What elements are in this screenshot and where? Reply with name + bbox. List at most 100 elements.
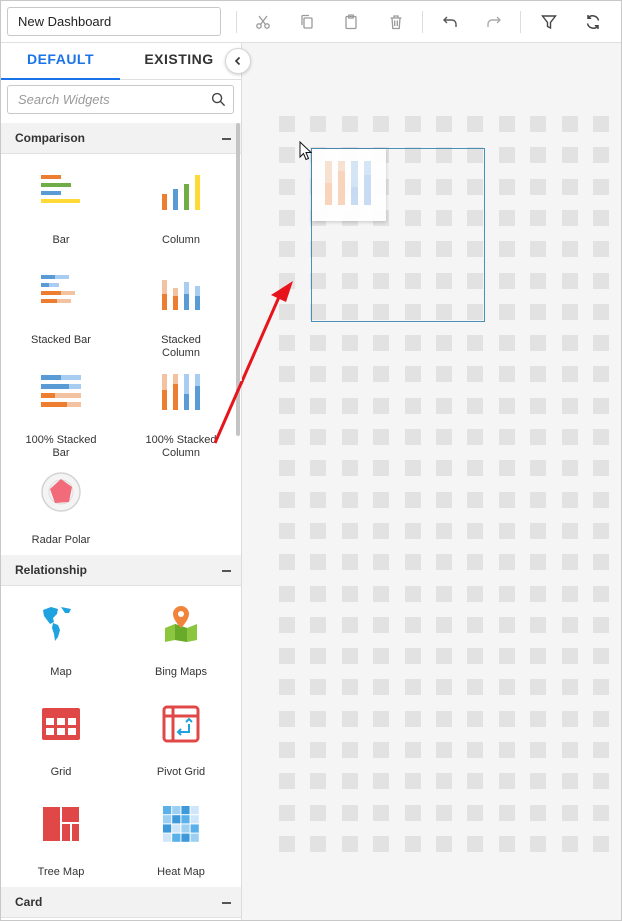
collapse-panel-button[interactable] — [225, 48, 251, 74]
grid-cell — [467, 554, 484, 571]
grid-cell — [310, 773, 327, 790]
grid-cell — [593, 178, 609, 195]
collapse-minus-icon[interactable] — [222, 138, 231, 140]
grid-cell — [467, 835, 484, 852]
stacked-column-chart-icon — [325, 161, 371, 205]
grid-cell — [404, 710, 421, 727]
category-title: Relationship — [15, 563, 88, 577]
widget-label: Tree Map — [37, 866, 85, 878]
paste-icon[interactable] — [338, 9, 364, 35]
widget-panel: DEFAULT EXISTING Comparison Bar — [1, 43, 242, 920]
grid-cell — [530, 460, 547, 477]
cut-icon[interactable] — [250, 9, 276, 35]
grid-cell — [530, 491, 547, 508]
grid-cell — [310, 429, 327, 445]
grid-cell — [341, 804, 358, 821]
grid-cell — [530, 272, 547, 289]
copy-icon[interactable] — [294, 9, 320, 35]
refresh-icon[interactable] — [580, 9, 606, 35]
grid-cell — [561, 429, 578, 445]
grid-cell — [467, 585, 484, 602]
grid-cell — [498, 272, 515, 289]
grid-cell — [279, 335, 295, 352]
widget-tree-map[interactable]: Tree Map — [5, 800, 117, 894]
grid-cell — [561, 522, 578, 539]
100-stacked-column-chart-icon — [162, 374, 200, 410]
search-icon[interactable] — [211, 92, 226, 107]
grid-cell — [530, 679, 547, 696]
widget-100-stacked-bar[interactable]: 100% Stacked Bar — [5, 368, 117, 462]
grid-cell — [404, 397, 421, 414]
grid-cell — [341, 491, 358, 508]
grid-cell — [404, 491, 421, 508]
widget-bar[interactable]: Bar — [5, 168, 117, 262]
grid-cell — [404, 554, 421, 571]
grid-cell — [436, 773, 452, 790]
grid-cell — [373, 429, 390, 445]
grid-cell — [373, 835, 390, 852]
widget-pivot-grid[interactable]: Pivot Grid — [125, 700, 237, 794]
tab-existing[interactable]: EXISTING — [120, 43, 238, 80]
category-title: Comparison — [15, 131, 86, 145]
grid-cell — [498, 616, 515, 633]
grid-cell — [561, 773, 578, 790]
undo-icon[interactable] — [437, 9, 463, 35]
widget-heat-map[interactable]: Heat Map — [125, 800, 237, 894]
category-header-relationship[interactable]: Relationship — [1, 555, 241, 586]
widget-stacked-bar[interactable]: Stacked Bar — [5, 268, 117, 362]
widget-map[interactable]: Map — [5, 600, 117, 694]
grid-cell — [561, 616, 578, 633]
widget-grid[interactable]: Grid — [5, 700, 117, 794]
collapse-minus-icon[interactable] — [222, 902, 231, 904]
grid-cell — [561, 835, 578, 852]
widget-100-stacked-column[interactable]: 100% Stacked Column — [125, 368, 237, 462]
grid-cell — [561, 460, 578, 477]
grid-cell — [404, 679, 421, 696]
grid-cell — [436, 648, 452, 665]
grid-cell — [373, 710, 390, 727]
grid-cell — [341, 616, 358, 633]
grid-cell — [561, 554, 578, 571]
grid-cell — [404, 773, 421, 790]
widget-radar-polar[interactable]: Radar Polar — [5, 468, 117, 562]
grid-cell — [467, 366, 484, 383]
grid-cell — [561, 742, 578, 758]
filter-icon[interactable] — [536, 9, 562, 35]
stacked-bar-chart-icon — [41, 275, 75, 303]
dashboard-canvas[interactable] — [242, 43, 621, 920]
grid-cell — [530, 116, 547, 132]
grid-cell — [530, 522, 547, 539]
grid-cell — [310, 710, 327, 727]
tab-default[interactable]: DEFAULT — [1, 43, 120, 80]
panel-scrollbar[interactable] — [236, 123, 240, 436]
grid-cell — [404, 804, 421, 821]
grid-cell — [404, 460, 421, 477]
dashboard-name-input[interactable]: New Dashboard — [7, 7, 221, 36]
grid-cell — [498, 710, 515, 727]
grid-cell — [593, 397, 609, 414]
grid-cell — [404, 835, 421, 852]
radar-polar-chart-icon — [41, 472, 81, 512]
grid-cell — [498, 554, 515, 571]
widget-column[interactable]: Column — [125, 168, 237, 262]
collapse-minus-icon[interactable] — [222, 570, 231, 572]
bar-chart-icon — [41, 175, 80, 203]
grid-cell — [561, 648, 578, 665]
grid-cell — [561, 679, 578, 696]
widget-label: 100% Stacked Bar — [25, 434, 97, 459]
widget-bing-maps[interactable]: Bing Maps — [125, 600, 237, 694]
category-header-comparison[interactable]: Comparison — [1, 123, 241, 154]
widget-stacked-column[interactable]: Stacked Column — [125, 268, 237, 362]
redo-icon[interactable] — [481, 9, 507, 35]
search-input[interactable] — [8, 86, 204, 113]
grid-cell — [279, 773, 295, 790]
delete-icon[interactable] — [383, 9, 409, 35]
grid-cell — [341, 648, 358, 665]
grid-cell — [593, 742, 609, 758]
grid-cell — [310, 648, 327, 665]
grid-cell — [467, 616, 484, 633]
search-box — [7, 85, 234, 114]
category-header-card[interactable]: Card — [1, 887, 241, 918]
100-stacked-bar-chart-icon — [41, 375, 81, 407]
grid-cell — [279, 835, 295, 852]
